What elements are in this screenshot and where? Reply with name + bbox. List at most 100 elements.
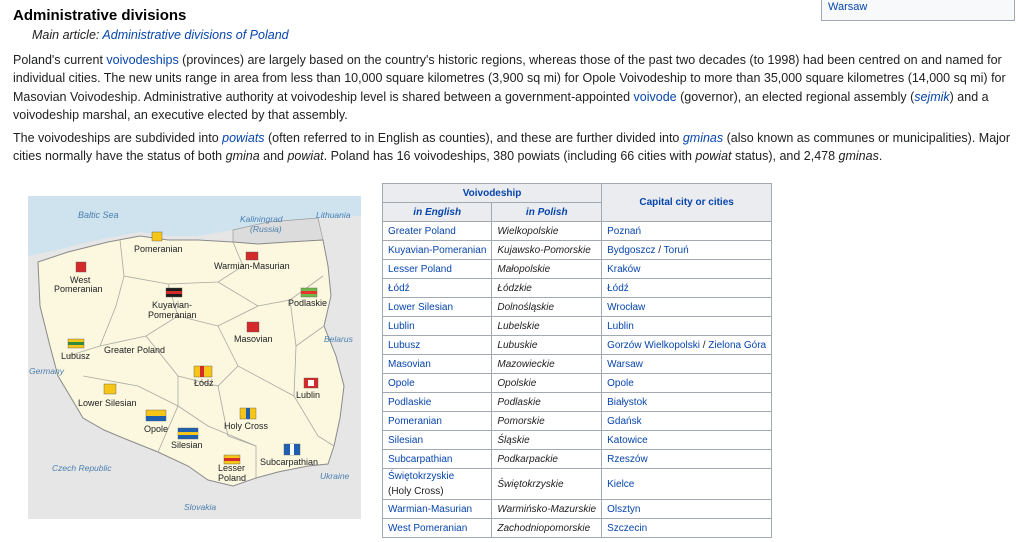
capital-link[interactable]: Łódź [607, 283, 629, 294]
flag-silesian-stripe [178, 432, 198, 435]
label-lesser-poland: Poland [218, 473, 246, 483]
voivode-link[interactable]: voivode [634, 90, 677, 104]
infobox-fragment: Warsaw [821, 0, 1015, 21]
flag-lesser-poland-stripe [224, 458, 240, 461]
label-west-pomeranian: Pomeranian [54, 284, 103, 294]
capital-link[interactable]: Wrocław [607, 302, 645, 313]
capital-link[interactable]: Kraków [607, 264, 640, 275]
capital-link[interactable]: Warsaw [607, 359, 643, 370]
capital-link[interactable]: Gdańsk [607, 416, 641, 427]
voivodeship-link[interactable]: Warmian-Masurian [388, 504, 472, 515]
table-row: Lublin Lubelskie Lublin [381, 316, 773, 336]
p2-text-4: and [259, 149, 288, 164]
cell-polish: Kujawsko-Pomorskie [491, 240, 603, 260]
label-lesser: Lesser [218, 463, 245, 473]
english-subtitle: (Holy Cross) [388, 486, 444, 497]
voivodeship-link[interactable]: Lower Silesian [388, 302, 453, 313]
poland-voivodeships-map[interactable]: Baltic Sea Kaliningrad (Russia) Lithuani… [28, 196, 361, 519]
cell-english: Subcarpathian [381, 449, 493, 469]
sejmik-link[interactable]: sejmik [914, 90, 949, 104]
cell-polish: Warmińsko-Mazurskie [491, 499, 603, 519]
flag-kuyavian-stripe [166, 291, 182, 294]
voivodeship-link[interactable]: West Pomeranian [388, 523, 467, 534]
label-pomeranian: Pomeranian [134, 244, 183, 254]
capital-link[interactable]: Opole [607, 378, 634, 389]
cell-capital: Rzeszów [601, 449, 773, 469]
label-russia: (Russia) [250, 224, 282, 234]
voivodeship-link[interactable]: Łódź [388, 283, 410, 294]
voivodeship-link[interactable]: Subcarpathian [388, 454, 453, 465]
voivodeship-link[interactable]: Podlaskie [388, 397, 431, 408]
voivodeship-link[interactable]: Lesser Poland [388, 264, 452, 275]
voivodeship-link[interactable]: Lublin [388, 321, 415, 332]
label-lithuania: Lithuania [316, 210, 351, 220]
gminas-link[interactable]: gminas [683, 131, 723, 145]
voivodeship-link[interactable]: Świętokrzyskie [388, 471, 454, 482]
label-greater-poland: Greater Poland [104, 345, 165, 355]
header-voivodeship: Voivodeship [381, 183, 603, 203]
voivodeship-link[interactable]: Silesian [388, 435, 423, 446]
table-row: Silesian Śląskie Katowice [381, 430, 773, 450]
voivodeship-link[interactable]: Lubusz [388, 340, 420, 351]
label-subcarpathian: Subcarpathian [260, 457, 318, 467]
capital-separator: / [655, 244, 664, 256]
voivodeship-link[interactable]: Kuyavian-Pomeranian [388, 245, 486, 256]
main-article-link[interactable]: Administrative divisions of Poland [102, 28, 288, 42]
label-holy-cross: Holy Cross [224, 421, 269, 431]
cell-polish: Łódzkie [491, 278, 603, 298]
capital-link[interactable]: Rzeszów [607, 454, 648, 465]
capital-link[interactable]: Białystok [607, 397, 647, 408]
table-row: Opole Opolskie Opole [381, 373, 773, 393]
cell-english: Lesser Poland [381, 259, 493, 279]
label-slovakia: Slovakia [184, 502, 216, 512]
capital-link[interactable]: Kielce [607, 479, 634, 490]
capital-link[interactable]: Bydgoszcz [607, 245, 655, 256]
voivodeship-link[interactable]: Pomeranian [388, 416, 442, 427]
flag-holy-cross-stripe [246, 408, 250, 419]
paragraph-voivodeships: Poland's current voivodeships (provinces… [13, 51, 1013, 124]
cell-english: Opole [381, 373, 493, 393]
flag-opole-stripe [146, 416, 166, 421]
header-capital: Capital city or cities [601, 183, 773, 222]
label-baltic-sea: Baltic Sea [78, 210, 119, 220]
table-row: Świętokrzyskie (Holy Cross) Świętokrzyskie… [381, 468, 773, 500]
cell-capital: Szczecin [601, 518, 773, 538]
table-row: Warmian-Masurian Warmińsko-Mazurskie Olszt… [381, 499, 773, 519]
capital-link[interactable]: Toruń [664, 245, 689, 256]
table-row: West Pomeranian Zachodniopomorskie Szczeci… [381, 518, 773, 538]
cell-polish: Podkarpackie [491, 449, 603, 469]
section-heading: Administrative divisions [13, 7, 187, 24]
capital-link[interactable]: Katowice [607, 435, 648, 446]
voivodeship-link[interactable]: Opole [388, 378, 415, 389]
voivodeships-link[interactable]: voivodeships [106, 53, 178, 67]
label-lodz: Łódź [194, 378, 214, 388]
capital-link[interactable]: Lublin [607, 321, 634, 332]
cell-capital: Katowice [601, 430, 773, 450]
header-in-english: in English [381, 202, 493, 222]
p1-text-1: Poland's current [13, 53, 107, 67]
cell-english: Lower Silesian [381, 297, 493, 317]
label-masovian: Masovian [234, 334, 273, 344]
capital-link[interactable]: Poznań [607, 226, 641, 237]
cell-polish: Wielkopolskie [491, 221, 603, 241]
cell-capital: Warsaw [601, 354, 773, 374]
powiats-link[interactable]: powiats [222, 131, 264, 145]
infobox-warsaw-link[interactable]: Warsaw [828, 1, 867, 13]
cell-capital: Olsztyn [601, 499, 773, 519]
voivodeship-link[interactable]: Masovian [388, 359, 431, 370]
capital-link[interactable]: Szczecin [607, 523, 647, 534]
cell-capital: Opole [601, 373, 773, 393]
label-lublin: Lublin [296, 390, 320, 400]
voivodeship-link[interactable]: Greater Poland [388, 226, 456, 237]
capital-link[interactable]: Zielona Góra [708, 340, 766, 351]
p2-text-5: . Poland has 16 voivodeships, 380 powiat… [323, 149, 696, 164]
table-row: Podlaskie Podlaskie Białystok [381, 392, 773, 412]
cell-capital: Kielce [601, 468, 773, 500]
cell-capital: Kraków [601, 259, 773, 279]
p2-italic-gmina: gmina [225, 149, 260, 164]
flag-lubusz-stripe [68, 342, 84, 345]
flag-west-pomeranian [75, 261, 87, 273]
capital-link[interactable]: Olsztyn [607, 504, 640, 515]
capital-link[interactable]: Gorzów Wielkopolski [607, 340, 700, 351]
label-germany: Germany [29, 366, 65, 376]
